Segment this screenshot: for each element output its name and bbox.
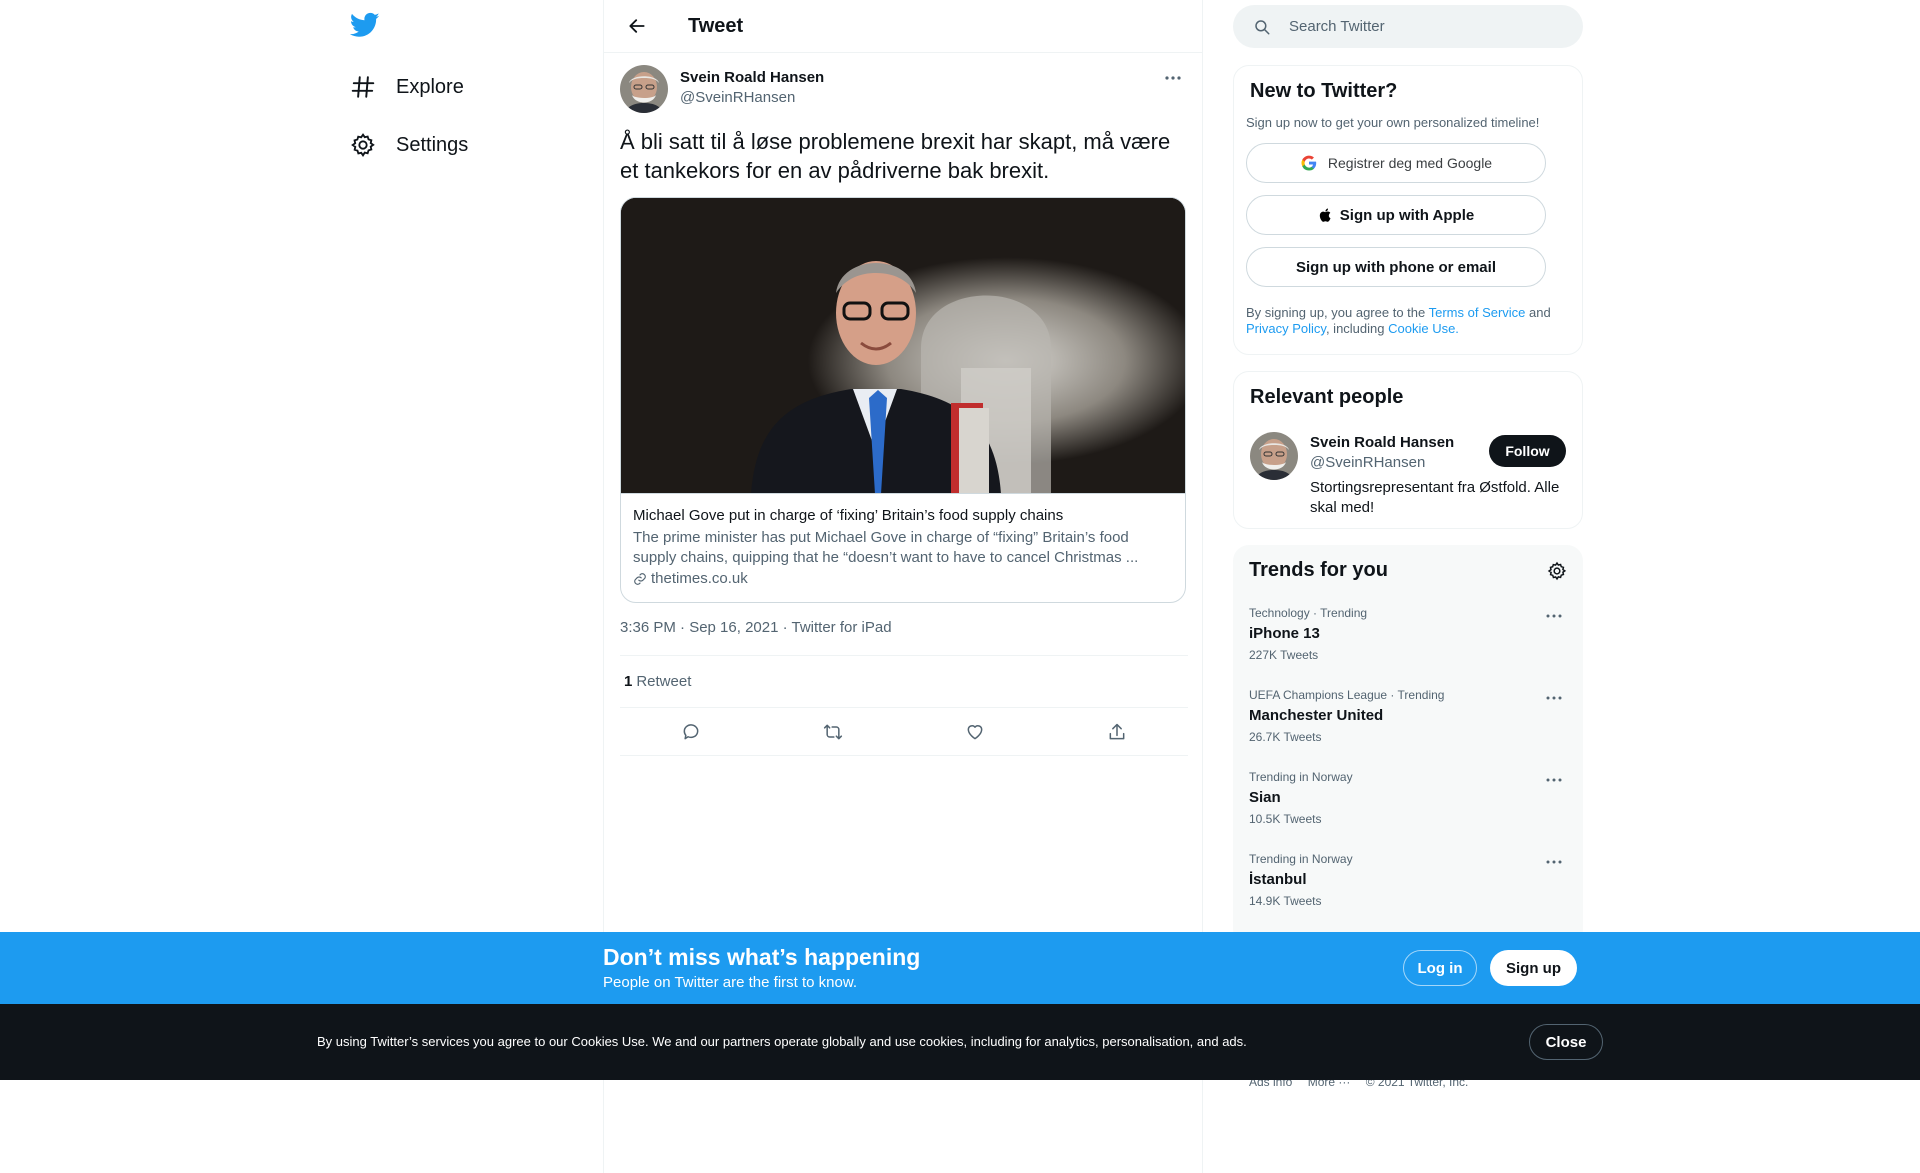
trends-panel: Trends for you Technology · Trending iPh… xyxy=(1233,545,1583,945)
cookie-link[interactable]: Cookie Use. xyxy=(1388,321,1459,336)
phone-signup-label: Sign up with phone or email xyxy=(1295,258,1496,276)
link-icon xyxy=(633,572,651,586)
retweet-icon[interactable] xyxy=(816,715,850,749)
like-heart-icon[interactable] xyxy=(958,715,992,749)
trend-count: 227K Tweets xyxy=(1249,648,1319,662)
trend-name: Sian xyxy=(1249,789,1281,806)
trend-name: Manchester United xyxy=(1249,707,1384,724)
search-input[interactable] xyxy=(1289,18,1549,35)
person-handle[interactable]: @SveinRHansen xyxy=(1310,454,1425,471)
login-prompt-bar: Don’t miss what’s happening People on Tw… xyxy=(0,932,1920,1004)
card-domain-text: thetimes.co.uk xyxy=(651,570,748,587)
twitter-bird-icon[interactable] xyxy=(350,10,384,44)
trend-count: 10.5K Tweets xyxy=(1249,812,1322,826)
search-box[interactable] xyxy=(1233,5,1583,48)
relevant-title: Relevant people xyxy=(1250,386,1404,408)
trend-meta: Technology · Trending xyxy=(1249,606,1368,620)
tweet-timestamp[interactable]: 3:36 PM · Sep 16, 2021 · Twitter for iPa… xyxy=(620,619,892,636)
tweet-actions xyxy=(620,708,1188,756)
signup-subtitle: Sign up now to get your own personalized… xyxy=(1246,115,1540,130)
link-card[interactable]: Michael Gove put in charge of ‘fixing’ B… xyxy=(620,197,1186,603)
cookie-consent-bar: By using Twitter’s services you agree to… xyxy=(0,1004,1920,1080)
avatar[interactable] xyxy=(620,65,668,113)
avatar[interactable] xyxy=(1250,432,1298,480)
relevant-people-panel: Relevant people Svein Roald Hansen @Svei… xyxy=(1233,371,1583,529)
cookie-text: By using Twitter’s services you agree to… xyxy=(317,1034,1247,1049)
gear-icon xyxy=(350,132,376,158)
close-button[interactable]: Close xyxy=(1529,1024,1603,1060)
more-options-icon[interactable] xyxy=(1541,606,1567,626)
tweet-text: Å bli satt til å løse problemene brexit … xyxy=(620,129,1171,183)
google-signup-button[interactable]: Registrer deg med Google xyxy=(1246,143,1546,183)
trend-name: İstanbul xyxy=(1249,871,1307,888)
phone-email-signup-button[interactable]: Sign up with phone or email xyxy=(1246,247,1546,287)
main-header: Tweet xyxy=(604,0,1202,53)
signup-panel: New to Twitter? Sign up now to get your … xyxy=(1233,65,1583,355)
log-in-button[interactable]: Log in xyxy=(1403,950,1477,986)
hashtag-icon xyxy=(350,74,376,100)
more-options-icon[interactable] xyxy=(1541,852,1567,872)
more-options-icon[interactable] xyxy=(1541,770,1567,790)
person-bio: Stortingsrepresentant fra Østfold. Alle … xyxy=(1310,479,1560,516)
signup-legal: By signing up, you agree to the Terms of… xyxy=(1246,305,1570,337)
legal-including: , including xyxy=(1325,321,1389,336)
trend-meta: UEFA Champions League · Trending xyxy=(1249,688,1445,702)
trend-name: iPhone 13 xyxy=(1249,625,1320,642)
card-domain: thetimes.co.uk xyxy=(633,570,1173,587)
more-options-icon[interactable] xyxy=(1541,688,1567,708)
google-g-icon xyxy=(1300,154,1318,172)
trend-meta: Trending in Norway xyxy=(1249,852,1353,866)
retweet-label: Retweet xyxy=(636,673,692,690)
reply-icon[interactable] xyxy=(674,715,708,749)
apple-signup-label: Sign up with Apple xyxy=(1339,206,1475,224)
trend-item[interactable]: Trending in Norway İstanbul 14.9K Tweets xyxy=(1249,852,1567,934)
google-signup-label: Registrer deg med Google xyxy=(1327,155,1493,171)
page-title: Tweet xyxy=(688,14,744,37)
back-arrow-icon[interactable] xyxy=(620,9,654,43)
trends-settings-gear-icon[interactable] xyxy=(1547,561,1567,581)
nav-explore[interactable]: Explore xyxy=(350,62,464,112)
legal-and: and xyxy=(1525,305,1551,320)
legal-prefix: By signing up, you agree to the xyxy=(1246,305,1429,320)
author-handle[interactable]: @SveinRHansen xyxy=(680,89,795,106)
trends-title: Trends for you xyxy=(1249,559,1388,581)
trend-item[interactable]: Technology · Trending iPhone 13 227K Twe… xyxy=(1249,606,1567,688)
tweet-stats[interactable]: 1 Retweet xyxy=(620,655,1188,708)
trend-count: 14.9K Tweets xyxy=(1249,894,1322,908)
search-icon xyxy=(1253,18,1289,36)
share-icon[interactable] xyxy=(1100,715,1134,749)
apple-icon xyxy=(1318,206,1340,224)
signup-title: New to Twitter? xyxy=(1250,80,1398,102)
login-bar-headline: Don’t miss what’s happening xyxy=(603,944,921,970)
terms-link[interactable]: Terms of Service xyxy=(1429,305,1526,320)
privacy-link[interactable]: Privacy Policy xyxy=(1246,321,1326,336)
nav-explore-label: Explore xyxy=(396,75,464,98)
trend-item[interactable]: UEFA Champions League · Trending Manches… xyxy=(1249,688,1567,770)
trend-meta: Trending in Norway xyxy=(1249,770,1353,784)
more-options-icon[interactable] xyxy=(1158,67,1188,89)
person-name[interactable]: Svein Roald Hansen xyxy=(1310,434,1454,451)
card-title: Michael Gove put in charge of ‘fixing’ B… xyxy=(633,507,1064,524)
tweet-author: Svein Roald Hansen @SveinRHansen xyxy=(620,65,1188,115)
card-image xyxy=(621,198,1185,494)
nav-settings-label: Settings xyxy=(396,133,469,156)
card-description: The prime minister has put Michael Gove … xyxy=(633,529,1139,566)
trend-item[interactable]: Trending in Norway Sian 10.5K Tweets xyxy=(1249,770,1567,852)
trend-count: 26.7K Tweets xyxy=(1249,730,1322,744)
apple-signup-button[interactable]: Sign up with Apple xyxy=(1246,195,1546,235)
sign-up-button[interactable]: Sign up xyxy=(1490,950,1577,986)
follow-button[interactable]: Follow xyxy=(1489,435,1566,467)
nav-settings[interactable]: Settings xyxy=(350,120,468,170)
retweet-count: 1 xyxy=(624,673,633,690)
login-bar-subline: People on Twitter are the first to know. xyxy=(603,974,858,991)
author-name[interactable]: Svein Roald Hansen xyxy=(680,69,824,86)
